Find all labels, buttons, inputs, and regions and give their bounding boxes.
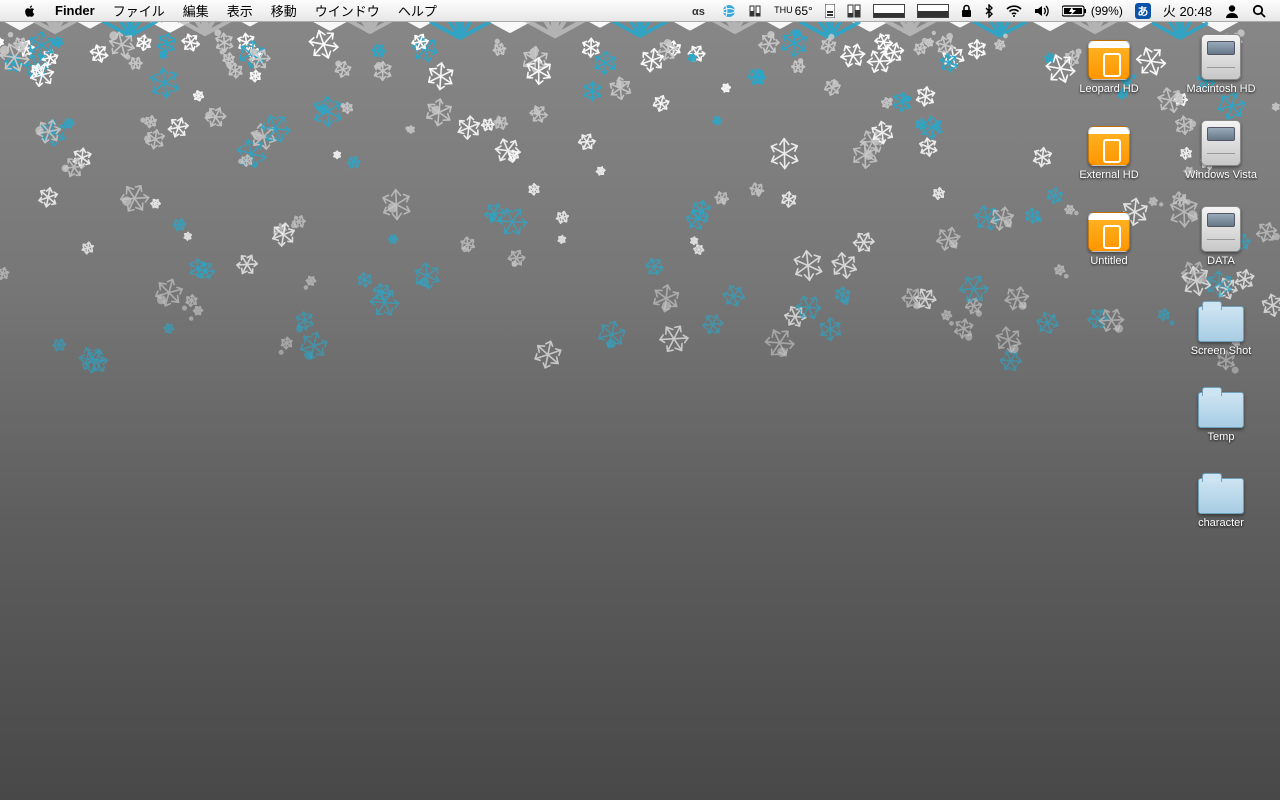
folder-icon [1198,392,1244,428]
desktop-icon-label: Screen Shot [1176,345,1266,357]
desktop[interactable]: Leopard HD Macintosh HD External HD Windows… [0,22,1280,800]
lock-icon[interactable] [955,0,978,21]
mem-graph-icon[interactable] [911,0,955,21]
menumeters-icon[interactable] [742,0,768,21]
desktop-icon-label: Leopard HD [1064,83,1154,95]
desktop-icon-windows-vista[interactable]: Windows Vista [1176,118,1266,181]
folder-icon [1198,306,1244,342]
battery-icon[interactable]: (99%) [1056,0,1129,21]
user-icon[interactable] [1218,0,1246,21]
desktop-icon-label: External HD [1064,169,1154,181]
lastfm-icon[interactable]: αs [686,0,716,21]
desktop-icon-untitled[interactable]: Untitled [1064,204,1154,267]
hard-drive-icon [1201,34,1241,80]
desktop-icon-external-hd[interactable]: External HD [1064,118,1154,181]
desktop-icon-label: character [1176,517,1266,529]
desktop-icon-character[interactable]: character [1176,466,1266,529]
desktop-icon-label: Untitled [1064,255,1154,267]
bluetooth-icon[interactable] [978,0,1000,21]
apple-menu[interactable] [14,0,46,21]
clock[interactable]: 火 20:48 [1157,0,1218,21]
menu-go[interactable]: 移動 [262,0,306,21]
menu-view[interactable]: 表示 [218,0,262,21]
temperature-label[interactable]: THU 65° [768,0,819,21]
net-activity-icon[interactable] [841,0,867,21]
usb-drive-icon [1088,40,1130,80]
menu-file[interactable]: ファイル [104,0,174,21]
menu-right: αs THU 65° [686,0,1272,21]
weather-icon[interactable] [716,0,742,21]
ime-icon[interactable]: あ [1129,0,1157,21]
hard-drive-icon [1201,120,1241,166]
desktop-icon-label: Temp [1176,431,1266,443]
volume-icon[interactable] [1028,0,1056,21]
menu-left: Finder ファイル 編集 表示 移動 ウインドウ ヘルプ [14,0,446,21]
desktop-icon-label: Macintosh HD [1176,83,1266,95]
wifi-icon[interactable] [1000,0,1028,21]
desktop-icon-data[interactable]: DATA [1176,204,1266,267]
desktop-icon-leopard-hd[interactable]: Leopard HD [1064,32,1154,95]
desktop-icon-label: DATA [1176,255,1266,267]
desktop-icon-screen-shot[interactable]: Screen Shot [1176,294,1266,357]
cpu-graph-icon[interactable] [867,0,911,21]
usb-drive-icon [1088,126,1130,166]
folder-icon [1198,478,1244,514]
menu-edit[interactable]: 編集 [174,0,218,21]
app-menu[interactable]: Finder [46,0,104,21]
svg-text:αs: αs [692,6,705,17]
spotlight-icon[interactable] [1246,0,1272,21]
desktop-icon-temp[interactable]: Temp [1176,380,1266,443]
hard-drive-icon [1201,206,1241,252]
desktop-icon-label: Windows Vista [1176,169,1266,181]
desktop-icon-macintosh-hd[interactable]: Macintosh HD [1176,32,1266,95]
battery-percent: (99%) [1091,4,1123,18]
usb-drive-icon [1088,212,1130,252]
menu-bar: Finder ファイル 編集 表示 移動 ウインドウ ヘルプ αs THU 65… [0,0,1280,22]
disk-activity-icon[interactable] [819,0,841,21]
menu-window[interactable]: ウインドウ [306,0,389,21]
menu-help[interactable]: ヘルプ [389,0,446,21]
